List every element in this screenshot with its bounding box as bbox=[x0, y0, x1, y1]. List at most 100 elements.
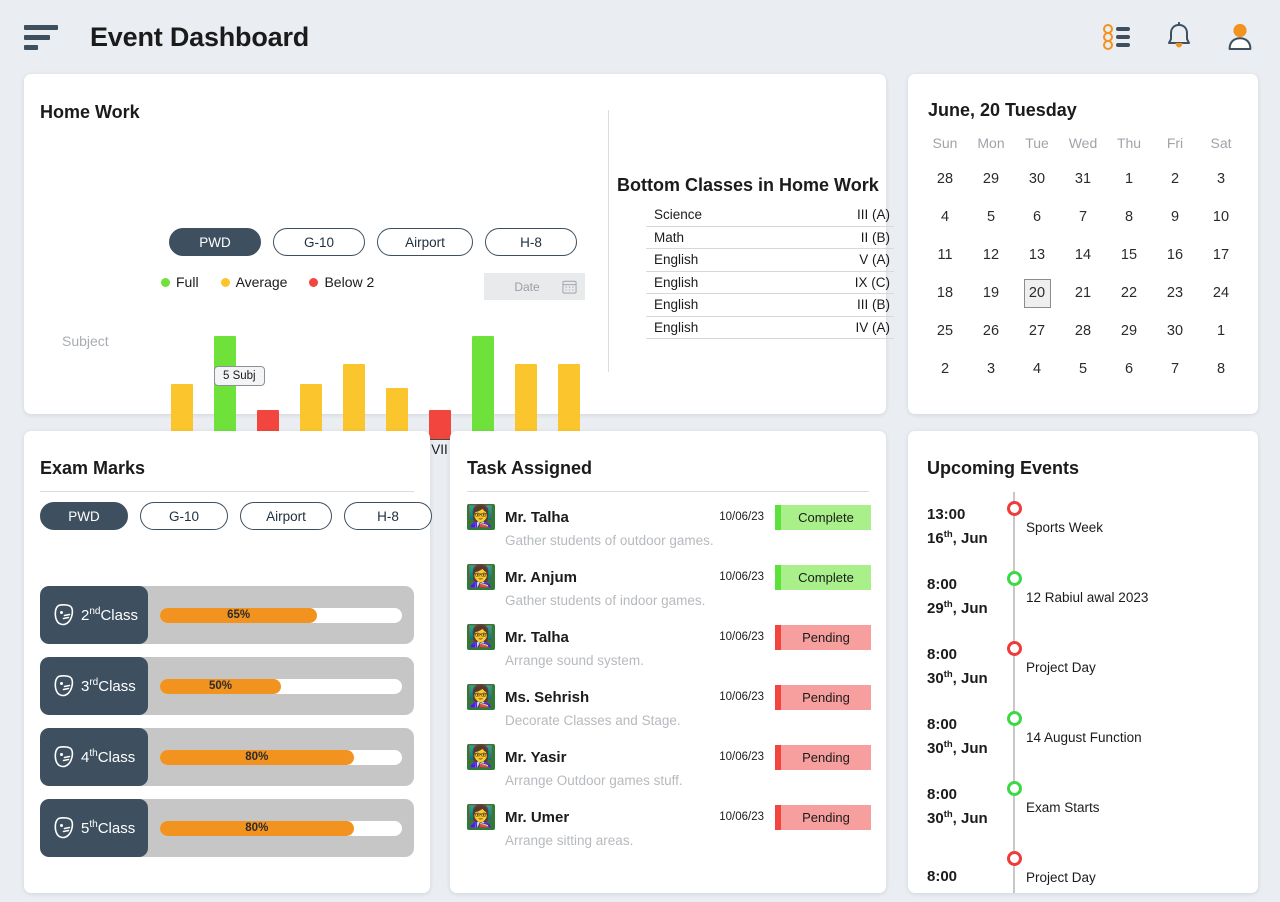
calendar-day[interactable]: 6 bbox=[1014, 203, 1060, 232]
calendar-day[interactable]: 3 bbox=[1198, 165, 1244, 194]
progress-track[interactable]: 80% bbox=[160, 749, 402, 765]
calendar-day[interactable]: 10 bbox=[1198, 203, 1244, 232]
events-timeline: 13:00 16th, Jun Sports Week 8:00 29th, Jun 12… bbox=[927, 492, 1247, 893]
calendar-day[interactable]: 29 bbox=[1106, 317, 1152, 346]
calendar-day[interactable]: 5 bbox=[1060, 355, 1106, 384]
calendar-day[interactable]: 22 bbox=[1106, 279, 1152, 308]
homework-tab-airport[interactable]: Airport bbox=[377, 228, 473, 256]
table-row[interactable]: Science III (A) bbox=[646, 204, 894, 227]
date-picker-input[interactable]: Date bbox=[484, 273, 585, 300]
table-row[interactable]: English V (A) bbox=[646, 249, 894, 272]
calendar-day[interactable]: 6 bbox=[1106, 355, 1152, 384]
progress-track[interactable]: 80% bbox=[160, 820, 402, 836]
table-row[interactable]: Math II (B) bbox=[646, 227, 894, 249]
class-word: Class bbox=[98, 678, 136, 695]
chart-bar-X[interactable] bbox=[557, 364, 580, 439]
event-item[interactable]: 8:00 29th, Jun 12 Rabiul awal 2023 bbox=[927, 562, 1247, 632]
calendar-day[interactable]: 30 bbox=[1152, 317, 1198, 346]
homework-tab-h-8[interactable]: H-8 bbox=[485, 228, 577, 256]
progress-track[interactable]: 65% bbox=[160, 607, 402, 623]
exam-marks-class-name: 4thClass bbox=[81, 748, 135, 766]
calendar-day[interactable]: 26 bbox=[968, 317, 1014, 346]
task-item: 👩‍🏫 Mr. Anjum 10/06/23 Complete Gather stude… bbox=[467, 559, 871, 619]
event-item[interactable]: 8:00 Project Day bbox=[927, 842, 1247, 893]
event-item[interactable]: 8:00 30th, Jun Project Day bbox=[927, 632, 1247, 702]
calendar-day[interactable]: 1 bbox=[1106, 165, 1152, 194]
calendar-day[interactable]: 13 bbox=[1014, 241, 1060, 270]
status-badge[interactable]: Complete bbox=[775, 504, 871, 530]
calendar-day[interactable]: 24 bbox=[1198, 279, 1244, 308]
calendar-day[interactable]: 19 bbox=[968, 279, 1014, 308]
calendar-day[interactable]: 12 bbox=[968, 241, 1014, 270]
calendar-day[interactable]: 30 bbox=[1014, 165, 1060, 194]
calendar-day[interactable]: 4 bbox=[922, 203, 968, 232]
calendar-day[interactable]: 5 bbox=[968, 203, 1014, 232]
progress-track[interactable]: 50% bbox=[160, 678, 402, 694]
status-badge[interactable]: Complete bbox=[775, 564, 871, 590]
exam-tab-h-8[interactable]: H-8 bbox=[344, 502, 432, 530]
calendar-day[interactable]: 2 bbox=[1152, 165, 1198, 194]
calendar-day[interactable]: 25 bbox=[922, 317, 968, 346]
calendar-day-number: 25 bbox=[936, 323, 954, 339]
calendar-day[interactable]: 8 bbox=[1106, 203, 1152, 232]
chart-tooltip: 5 Subj bbox=[214, 366, 265, 386]
calendar-day[interactable]: 2 bbox=[922, 355, 968, 384]
hamburger-icon[interactable] bbox=[24, 24, 60, 50]
homework-tab-pwd[interactable]: PWD bbox=[169, 228, 261, 256]
task-row-header: 👩‍🏫 Mr. Anjum 10/06/23 Complete bbox=[467, 559, 871, 595]
table-row[interactable]: English IV (A) bbox=[646, 317, 894, 339]
calendar-day[interactable]: 21 bbox=[1060, 279, 1106, 308]
exam-tab-airport[interactable]: Airport bbox=[240, 502, 332, 530]
calendar-day[interactable]: 1 bbox=[1198, 317, 1244, 346]
chart-bar-VIII[interactable] bbox=[471, 335, 494, 439]
event-item[interactable]: 8:00 30th, Jun 14 August Function bbox=[927, 702, 1247, 772]
status-badge[interactable]: Pending bbox=[775, 744, 871, 770]
calendar-day[interactable]: 4 bbox=[1014, 355, 1060, 384]
calendar-day[interactable]: 16 bbox=[1152, 241, 1198, 270]
calendar-day[interactable]: 29 bbox=[968, 165, 1014, 194]
calendar-day[interactable]: 18 bbox=[922, 279, 968, 308]
calendar-day[interactable]: 3 bbox=[968, 355, 1014, 384]
exam-marks-track-wrap: 65% bbox=[148, 586, 414, 644]
calendar-day-number: 8 bbox=[1216, 361, 1226, 377]
event-item[interactable]: 13:00 16th, Jun Sports Week bbox=[927, 492, 1247, 562]
exam-tab-pwd[interactable]: PWD bbox=[40, 502, 128, 530]
status-badge[interactable]: Pending bbox=[775, 804, 871, 830]
calendar-day[interactable]: 7 bbox=[1060, 203, 1106, 232]
status-badge[interactable]: Pending bbox=[775, 624, 871, 650]
homework-tab-g-10[interactable]: G-10 bbox=[273, 228, 365, 256]
calendar-day[interactable]: 23 bbox=[1152, 279, 1198, 308]
bell-icon[interactable] bbox=[1166, 22, 1192, 52]
teacher-avatar-icon: 👩‍🏫 bbox=[467, 804, 495, 830]
calendar-day-number: 31 bbox=[1074, 171, 1092, 187]
calendar-day[interactable]: 9 bbox=[1152, 203, 1198, 232]
event-item[interactable]: 8:00 30th, Jun Exam Starts bbox=[927, 772, 1247, 842]
list-icon[interactable] bbox=[1102, 24, 1132, 50]
exam-marks-track-wrap: 50% bbox=[148, 657, 414, 715]
calendar-day[interactable]: 28 bbox=[922, 165, 968, 194]
calendar-day[interactable]: 15 bbox=[1106, 241, 1152, 270]
status-badge[interactable]: Pending bbox=[775, 684, 871, 710]
calendar-day[interactable]: 20 bbox=[1014, 279, 1060, 308]
calendar-day[interactable]: 7 bbox=[1152, 355, 1198, 384]
calendar-day[interactable]: 8 bbox=[1198, 355, 1244, 384]
bottom-class-class: III (A) bbox=[857, 207, 890, 223]
table-row[interactable]: English III (B) bbox=[646, 294, 894, 317]
calendar-day-number: 28 bbox=[1074, 323, 1092, 339]
chart-bar-VII[interactable] bbox=[428, 410, 451, 439]
exam-tab-g-10[interactable]: G-10 bbox=[140, 502, 228, 530]
chart-bar-IX[interactable] bbox=[514, 364, 537, 439]
calendar-day[interactable]: 11 bbox=[922, 241, 968, 270]
bottom-class-subject: Science bbox=[654, 207, 703, 223]
calendar-day[interactable]: 31 bbox=[1060, 165, 1106, 194]
event-date: 30th, Jun bbox=[927, 669, 988, 687]
table-row[interactable]: English IX (C) bbox=[646, 272, 894, 294]
chart-bar-II[interactable] bbox=[213, 335, 236, 439]
calendar-day[interactable]: 17 bbox=[1198, 241, 1244, 270]
calendar-day[interactable]: 27 bbox=[1014, 317, 1060, 346]
exam-marks-row: 2ndClass 65% bbox=[40, 586, 414, 644]
calendar-day[interactable]: 14 bbox=[1060, 241, 1106, 270]
user-avatar-icon[interactable] bbox=[1226, 22, 1254, 52]
chart-bar-V[interactable] bbox=[342, 364, 365, 439]
calendar-day[interactable]: 28 bbox=[1060, 317, 1106, 346]
